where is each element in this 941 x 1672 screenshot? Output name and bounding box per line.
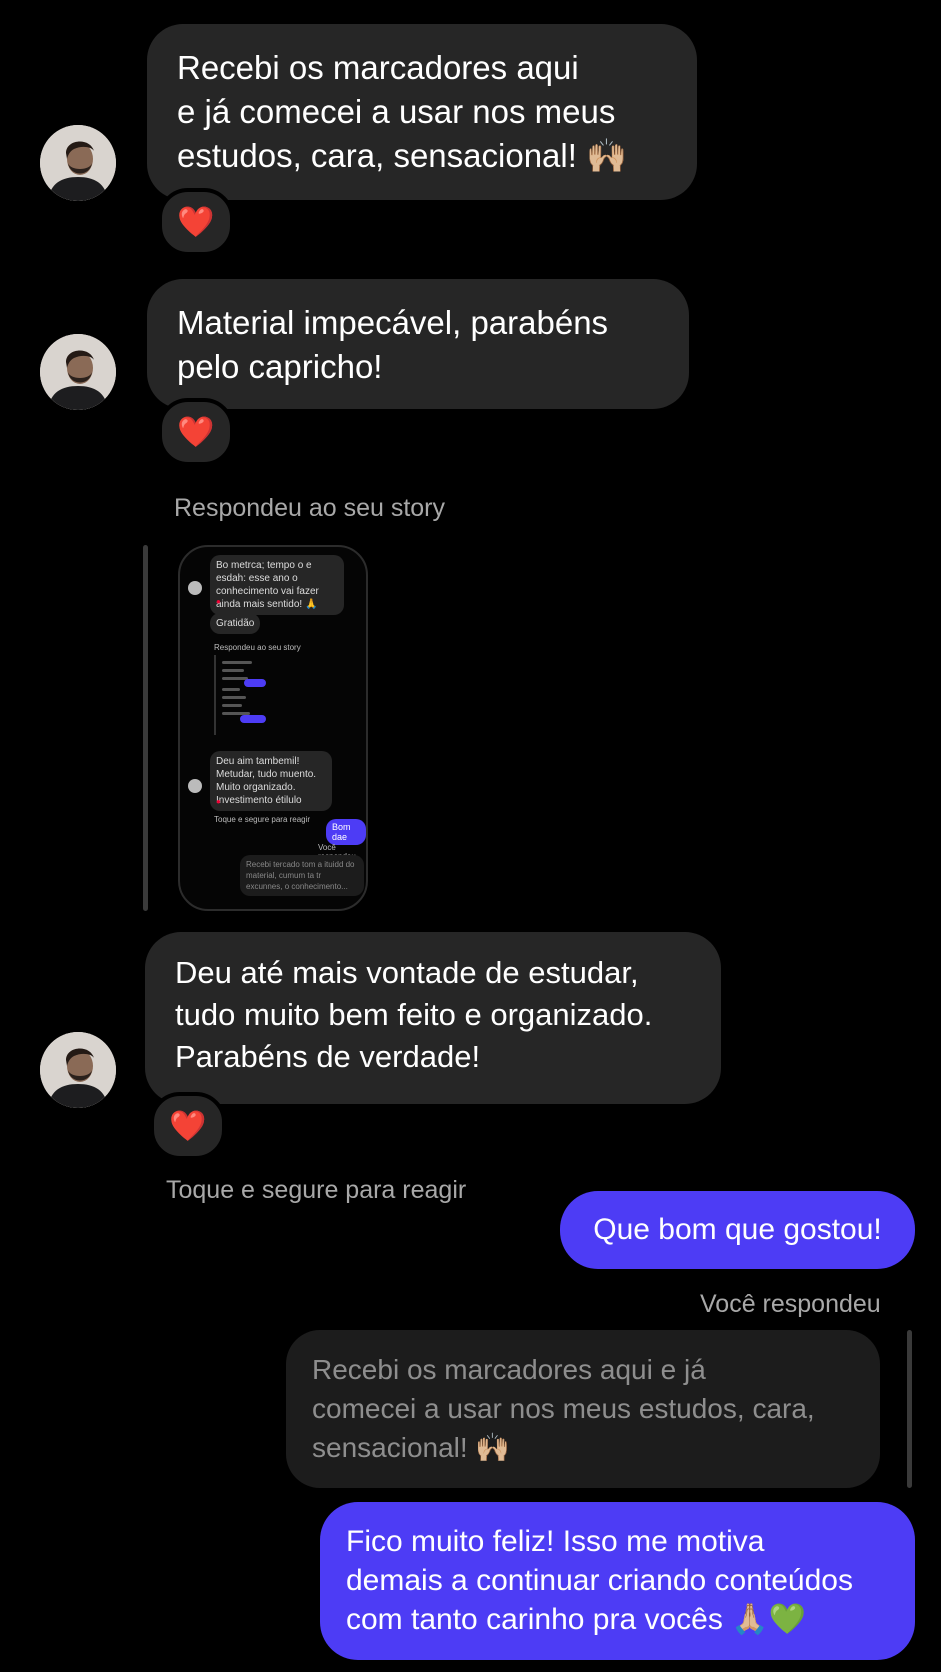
quote-bar	[907, 1330, 912, 1488]
story-mini-out	[240, 715, 266, 723]
avatar-photo	[40, 1032, 116, 1108]
story-mini-out	[244, 679, 266, 687]
story-mini-heart: ●	[216, 597, 221, 606]
story-mini-hint: Toque e segure para reagir	[214, 815, 311, 824]
heart-reaction-icon: ❤️	[177, 205, 215, 239]
incoming-message-bubble[interactable]: Deu até mais vontade de estudar, tudo mu…	[145, 932, 721, 1104]
story-reply-label: Respondeu ao seu story	[174, 494, 446, 522]
story-mini-bubble: Bo metrca; tempo o e esdah: esse ano o c…	[210, 555, 344, 615]
avatar[interactable]	[40, 334, 116, 410]
message-line: com tanto carinho pra vocês 🙏🏼💚	[346, 1603, 806, 1636]
story-mini-quoted: Recebi tercado tom a ituidd do material,…	[240, 855, 364, 896]
message-text: Que bom que gostou!	[593, 1213, 882, 1246]
you-replied-label: Você respondeu	[700, 1290, 881, 1318]
story-mini-label: Respondeu ao seu story	[214, 643, 301, 652]
story-mini-heart: ●	[216, 797, 221, 806]
message-line: Deu até mais vontade de estudar,	[175, 955, 639, 990]
quoted-line: sensacional! 🙌🏼	[312, 1432, 511, 1463]
avatar[interactable]	[40, 1032, 116, 1108]
message-line: Fico muito feliz! Isso me motiva	[346, 1525, 765, 1558]
quoted-line: comecei a usar nos meus estudos, cara,	[312, 1393, 815, 1424]
incoming-message-bubble[interactable]: Material impecável, parabéns pelo capric…	[147, 279, 689, 409]
quote-bar	[143, 545, 148, 911]
quoted-line: Recebi os marcadores aqui e já	[312, 1354, 706, 1385]
message-line: demais a continuar criando conteúdos	[346, 1564, 853, 1597]
reaction-hint: Toque e segure para reagir	[166, 1176, 467, 1204]
story-mini-bubble: Deu aim tambemil! Metudar, tudo muento. …	[210, 751, 332, 811]
story-preview[interactable]: Bo metrca; tempo o e esdah: esse ano o c…	[178, 545, 368, 911]
message-line: Recebi os marcadores aqui	[177, 49, 579, 86]
story-mini-bubble: Gratidão	[210, 613, 261, 634]
outgoing-message-bubble[interactable]: Fico muito feliz! Isso me motiva demais …	[320, 1502, 915, 1660]
story-mini-avatar	[188, 581, 202, 595]
story-mini-thread	[214, 655, 266, 735]
message-line: Material impecável, parabéns	[177, 304, 609, 341]
reaction-badge[interactable]: ❤️	[158, 398, 234, 466]
incoming-message-bubble[interactable]: Recebi os marcadores aqui e já comecei a…	[147, 24, 697, 200]
message-line: estudos, cara, sensacional! 🙌🏼	[177, 137, 628, 174]
quoted-message[interactable]: Recebi os marcadores aqui e já comecei a…	[286, 1330, 880, 1488]
avatar-photo	[40, 334, 116, 410]
heart-reaction-icon: ❤️	[177, 415, 215, 449]
story-mini-out-bubble: Bom dae	[326, 819, 366, 845]
story-mini-avatar	[188, 779, 202, 793]
avatar-photo	[40, 125, 116, 201]
heart-reaction-icon: ❤️	[169, 1109, 207, 1143]
reaction-badge[interactable]: ❤️	[150, 1092, 226, 1160]
message-line: e já comecei a usar nos meus	[177, 93, 616, 130]
message-line: tudo muito bem feito e organizado.	[175, 997, 653, 1032]
message-line: pelo capricho!	[177, 348, 383, 385]
reaction-badge[interactable]: ❤️	[158, 188, 234, 256]
outgoing-message-bubble[interactable]: Que bom que gostou!	[560, 1191, 915, 1269]
message-line: Parabéns de verdade!	[175, 1039, 481, 1074]
avatar[interactable]	[40, 125, 116, 201]
